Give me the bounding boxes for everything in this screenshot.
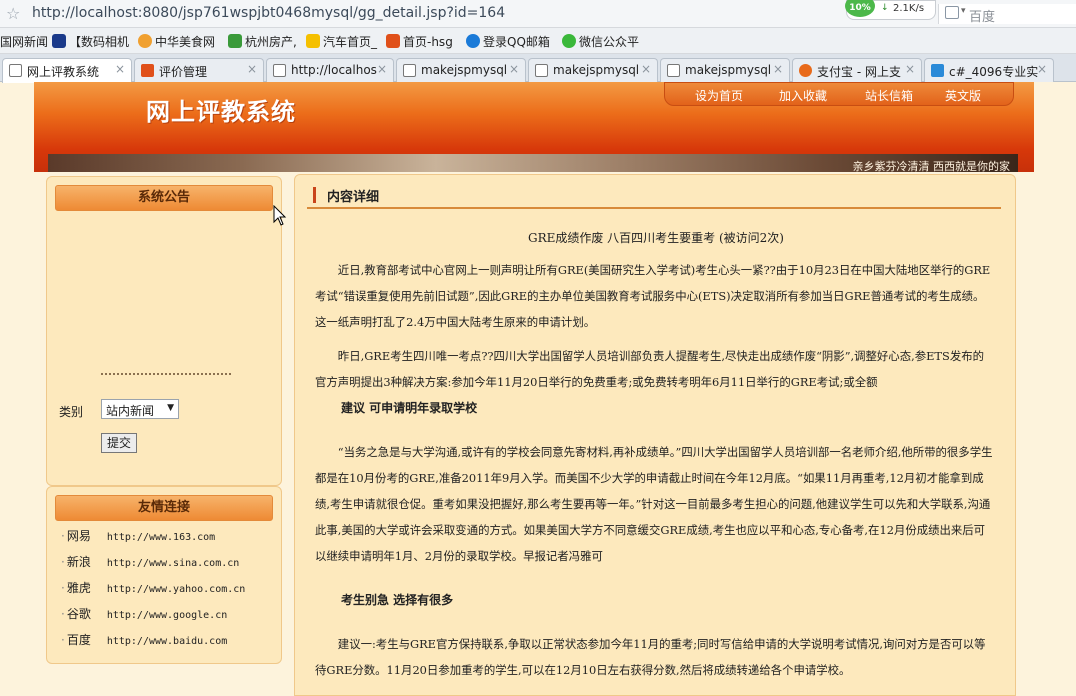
- article-title: GRE成绩作废 八百四川考生要重考 (被访问2次): [527, 231, 784, 245]
- article-paragraph: 建议一:考生与GRE官方保持联系,争取以正常状态参加今年11月的重考;同时写信给…: [315, 637, 986, 677]
- close-icon[interactable]: ×: [641, 62, 651, 76]
- bookmark-icon: [138, 34, 152, 48]
- page-icon: [9, 64, 22, 77]
- qq-mail-icon: [466, 34, 480, 48]
- bookmark-icon: [306, 34, 320, 48]
- marquee-dots: [101, 373, 231, 377]
- friend-link[interactable]: · 网易 http://www.163.com: [61, 527, 281, 553]
- bookmark-item[interactable]: 登录QQ邮箱: [466, 33, 550, 50]
- banner-slogan: 亲乡紫芬冷清清 西西就是你的家: [852, 160, 1011, 173]
- alipay-icon: [799, 64, 812, 77]
- bookmarks-bar: 国网新闻 【数码相机 中华美食网 杭州房产, 汽车首页_ 首页-hsg 登录QQ…: [0, 28, 1076, 54]
- friend-link[interactable]: · 百度 http://www.baidu.com: [61, 631, 281, 657]
- bookmark-item[interactable]: 国网新闻: [0, 33, 48, 50]
- bookmark-icon: [52, 34, 66, 48]
- article-subheading: 建议 可申请明年录取学校: [341, 401, 478, 415]
- tab-active[interactable]: 网上评教系统 ×: [2, 58, 132, 83]
- article-paragraph: 近日,教育部考试中心官网上一则声明让所有GRE(美国研究生入学考试)考生心头一紧…: [315, 263, 991, 329]
- bookmark-icon: [228, 34, 242, 48]
- friend-link[interactable]: · 新浪 http://www.sina.com.cn: [61, 553, 281, 579]
- bookmark-item[interactable]: 中华美食网: [138, 33, 215, 50]
- close-icon[interactable]: ×: [247, 62, 257, 76]
- bullet-icon: ·: [61, 607, 65, 621]
- banner-image: 亲乡紫芬冷清清 西西就是你的家: [48, 154, 1018, 173]
- nav-add-favorite[interactable]: 加入收藏: [779, 87, 827, 104]
- content-panel: 内容详细 GRE成绩作废 八百四川考生要重考 (被访问2次) 近日,教育部考试中…: [294, 174, 1016, 696]
- download-arrow-icon: ↓: [881, 3, 889, 13]
- notice-title: 系统公告: [55, 185, 273, 211]
- site-title: 网上评教系统: [146, 97, 296, 126]
- close-icon[interactable]: ×: [377, 62, 387, 76]
- submit-button[interactable]: 提交: [101, 433, 137, 453]
- bookmark-item[interactable]: 微信公众平: [562, 33, 639, 50]
- content-header: 内容详细: [307, 183, 1001, 209]
- bullet-icon: ·: [61, 633, 65, 647]
- bookmark-item[interactable]: 汽车首页_: [306, 33, 377, 50]
- bullet-icon: ·: [61, 581, 65, 595]
- tab[interactable]: c#_4096专业实 ×: [924, 58, 1054, 82]
- header-accent-bar: [313, 187, 316, 203]
- browser-address-bar: ☆ http://localhost:8080/jsp761wspjbt0468…: [0, 0, 1076, 28]
- search-engine-box[interactable]: ▾ 百度: [938, 4, 1076, 25]
- article-paragraph: 昨日,GRE考生四川唯一考点??四川大学出国留学人员培训部负责人提醒考生,尽快走…: [315, 349, 984, 389]
- page-icon: [403, 64, 416, 77]
- nav-webmaster-mail[interactable]: 站长信箱: [865, 87, 913, 104]
- close-icon[interactable]: ×: [773, 62, 783, 76]
- friend-link[interactable]: · 雅虎 http://www.yahoo.com.cn: [61, 579, 281, 605]
- article-body: 近日,教育部考试中心官网上一则声明让所有GRE(美国研究生入学考试)考生心头一紧…: [315, 257, 995, 691]
- bullet-icon: ·: [61, 529, 65, 543]
- article-paragraph: “当务之急是与大学沟通,或许有的学校会同意先寄材料,再补成绩单。”四川大学出国留…: [315, 445, 993, 563]
- page-icon: [273, 64, 286, 77]
- close-icon[interactable]: ×: [905, 62, 915, 76]
- category-label: 类别: [59, 405, 84, 419]
- speed-rate: 2.1K/s: [893, 3, 925, 14]
- article-subheading: 考生别急 选择有很多: [341, 593, 454, 607]
- tab-favicon: [141, 64, 154, 77]
- bookmark-icon: [386, 34, 400, 48]
- bookmark-item[interactable]: 首页-hsg: [386, 33, 453, 50]
- mouse-cursor-icon: [273, 205, 287, 226]
- bookmark-item[interactable]: 【数码相机: [52, 33, 129, 50]
- tab[interactable]: http://localhos ×: [266, 58, 394, 82]
- friend-links-list: · 网易 http://www.163.com · 新浪 http://www.sina…: [61, 527, 281, 657]
- speed-badge: 10%: [845, 0, 875, 17]
- site-header: 网上评教系统 设为首页 加入收藏 站长信箱 英文版 亲乡紫芬冷清清 西西就是你的…: [34, 82, 1034, 173]
- notice-box: 系统公告 类别 站内新闻 ▼ 提交: [46, 176, 282, 486]
- friend-links-box: 友情连接 · 网易 http://www.163.com · 新浪 http://www…: [46, 486, 282, 664]
- tab[interactable]: makejspmysql ×: [660, 58, 790, 82]
- links-title: 友情连接: [55, 495, 273, 521]
- wechat-icon: [562, 34, 576, 48]
- tab[interactable]: 支付宝 - 网上支 ×: [792, 58, 922, 82]
- tab-strip: 网上评教系统 × 评价管理 × http://localhos × makejs…: [0, 54, 1076, 83]
- tab[interactable]: 评价管理 ×: [134, 58, 264, 82]
- tab-favicon: [931, 64, 944, 77]
- nav-english-version[interactable]: 英文版: [945, 87, 981, 104]
- network-speed-widget: 10% ↓ 2.1K/s: [845, 0, 936, 20]
- friend-link[interactable]: · 谷歌 http://www.google.cn: [61, 605, 281, 631]
- search-engine-name[interactable]: 百度: [969, 6, 995, 25]
- search-engine-icon[interactable]: [945, 6, 959, 19]
- chevron-down-icon: ▼: [167, 403, 174, 413]
- page-icon: [535, 64, 548, 77]
- category-select[interactable]: 站内新闻 ▼: [101, 399, 179, 419]
- bookmark-item[interactable]: 杭州房产,: [228, 33, 297, 50]
- close-icon[interactable]: ×: [115, 62, 125, 76]
- chevron-down-icon[interactable]: ▾: [961, 6, 966, 16]
- bookmark-star-icon[interactable]: ☆: [6, 4, 20, 23]
- close-icon[interactable]: ×: [1037, 62, 1047, 76]
- close-icon[interactable]: ×: [509, 62, 519, 76]
- nav-set-homepage[interactable]: 设为首页: [695, 87, 743, 104]
- bullet-icon: ·: [61, 555, 65, 569]
- page-icon: [667, 64, 680, 77]
- section-label: 内容详细: [327, 190, 380, 205]
- tab[interactable]: makejspmysql ×: [528, 58, 658, 82]
- url-field[interactable]: http://localhost:8080/jsp761wspjbt0468my…: [32, 5, 505, 21]
- tab[interactable]: makejspmysql ×: [396, 58, 526, 82]
- top-nav: 设为首页 加入收藏 站长信箱 英文版: [664, 82, 1014, 106]
